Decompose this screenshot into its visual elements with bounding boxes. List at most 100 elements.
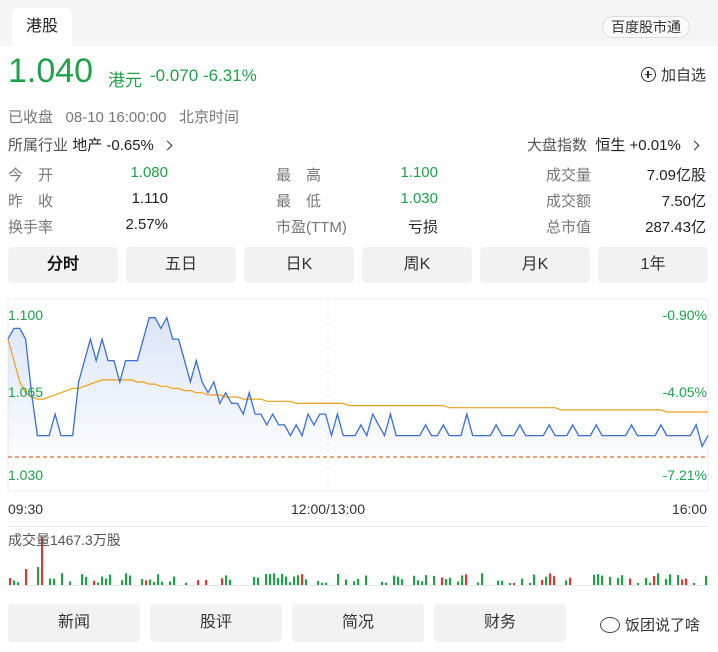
status-text: 已收盘 bbox=[8, 109, 54, 126]
market-status: 已收盘 08-10 16:00:00 北京时间 bbox=[8, 106, 239, 127]
volume-bar bbox=[269, 573, 272, 585]
tab-profile[interactable]: 简况 bbox=[292, 604, 424, 642]
tab-news[interactable]: 新闻 bbox=[8, 604, 140, 642]
market-header: 港股 百度股市通 bbox=[0, 0, 718, 46]
volume-bar bbox=[273, 573, 276, 585]
x-tick: 16:00 bbox=[672, 501, 707, 517]
volume-bar bbox=[401, 579, 404, 585]
volume-bar bbox=[13, 580, 16, 585]
volume-bar bbox=[85, 576, 88, 585]
volume-bar bbox=[153, 582, 156, 585]
volume-bar bbox=[477, 582, 480, 585]
volume-bar bbox=[293, 576, 296, 585]
volume-bar bbox=[549, 573, 552, 585]
x-tick: 09:30 bbox=[8, 501, 43, 517]
chevron-right-icon bbox=[689, 140, 700, 151]
volume-bar bbox=[553, 576, 556, 585]
watermark: 饭团说了啥 bbox=[595, 612, 704, 637]
tab-daily-k[interactable]: 日K bbox=[244, 247, 354, 283]
index-link[interactable]: 大盘指数 恒生 +0.01% bbox=[527, 134, 700, 155]
volume-bar bbox=[413, 575, 416, 585]
volume-bar bbox=[345, 579, 348, 585]
volume-bar bbox=[149, 579, 152, 585]
high-value: 1.100 bbox=[400, 164, 438, 181]
volume-bar bbox=[169, 581, 172, 585]
turnover-label: 换手率 bbox=[8, 219, 54, 236]
change-percent: -6.31% bbox=[202, 66, 257, 85]
chat-bubble-icon bbox=[599, 616, 620, 633]
volume-bar bbox=[497, 580, 500, 585]
industry-label: 所属行业 bbox=[8, 137, 69, 154]
volume-bar bbox=[225, 575, 228, 585]
volume-bar bbox=[481, 573, 484, 585]
y-tick-left: 1.065 bbox=[8, 384, 43, 400]
volume-bar bbox=[653, 575, 656, 585]
volume-bar bbox=[385, 582, 388, 585]
volume-bar bbox=[609, 576, 612, 585]
tab-one-year[interactable]: 1年 bbox=[598, 247, 708, 283]
tab-finance[interactable]: 财务 bbox=[434, 604, 566, 642]
volume-bar bbox=[161, 581, 164, 585]
volume-bar bbox=[37, 567, 40, 585]
volume-bar bbox=[665, 579, 668, 585]
status-timezone: 北京时间 bbox=[178, 109, 239, 126]
volume-bar bbox=[277, 578, 280, 585]
volume-bar bbox=[185, 582, 188, 585]
high-label: 最 高 bbox=[276, 167, 322, 184]
add-watchlist-label: 加自选 bbox=[660, 67, 706, 84]
low-label: 最 低 bbox=[276, 193, 322, 210]
add-watchlist-button[interactable]: 加自选 bbox=[640, 64, 706, 85]
volume-bar bbox=[297, 575, 300, 585]
currency-unit: 港元 bbox=[108, 71, 142, 90]
volume-bar bbox=[457, 581, 460, 585]
volume-bar bbox=[397, 576, 400, 585]
volume-bar bbox=[685, 578, 688, 585]
volume-bar bbox=[9, 578, 12, 585]
volume-bar bbox=[501, 580, 504, 585]
volume-bar bbox=[629, 578, 632, 585]
stats-row: 昨 收 1.110 最 低 1.030 成交额 7.50亿 bbox=[8, 190, 708, 216]
tab-monthly-k[interactable]: 月K bbox=[480, 247, 590, 283]
index-value: 恒生 +0.01% bbox=[595, 137, 681, 154]
volume-bar bbox=[705, 575, 708, 585]
volume-bar bbox=[353, 581, 356, 585]
volume-bar bbox=[229, 579, 232, 585]
current-price: 1.040 bbox=[8, 52, 94, 90]
volume-bar bbox=[365, 575, 368, 585]
volume-bar bbox=[545, 576, 548, 585]
volume-bar bbox=[681, 579, 684, 585]
industry-link[interactable]: 所属行业 地产 -0.65% bbox=[8, 134, 173, 155]
tab-intraday[interactable]: 分时 bbox=[8, 247, 118, 283]
tab-hk-stock[interactable]: 港股 bbox=[12, 8, 73, 46]
volume-bar bbox=[25, 569, 28, 585]
baidu-stock-button[interactable]: 百度股市通 bbox=[602, 16, 690, 38]
volume-bar bbox=[105, 578, 108, 585]
status-datetime: 08-10 16:00:00 bbox=[65, 109, 167, 126]
volume-bar bbox=[121, 580, 124, 585]
intraday-chart[interactable]: 1.100 1.065 1.030 -0.90% -4.05% -7.21% 0… bbox=[0, 295, 718, 525]
index-label: 大盘指数 bbox=[527, 137, 588, 154]
volume-bar bbox=[541, 579, 544, 585]
volume-bar bbox=[461, 575, 464, 585]
volume-bar bbox=[173, 576, 176, 585]
tab-comments[interactable]: 股评 bbox=[150, 604, 282, 642]
volume-bar bbox=[101, 576, 104, 585]
volume-bar bbox=[657, 573, 660, 585]
volume-bar bbox=[509, 582, 512, 585]
volume-bar bbox=[601, 575, 604, 585]
mktcap-value: 287.43亿 bbox=[645, 219, 706, 236]
volume-bar bbox=[529, 582, 532, 585]
open-value: 1.080 bbox=[130, 164, 168, 181]
prev-close-value: 1.110 bbox=[131, 190, 168, 207]
tab-weekly-k[interactable]: 周K bbox=[362, 247, 472, 283]
volume-bar bbox=[357, 578, 360, 585]
price-change: -0.070 -6.31% bbox=[150, 66, 257, 86]
volume-bar bbox=[445, 579, 448, 585]
volume-bar bbox=[569, 577, 572, 585]
volume-bar bbox=[637, 582, 640, 585]
turnover-value: 2.57% bbox=[125, 216, 168, 233]
tab-five-day[interactable]: 五日 bbox=[126, 247, 236, 283]
y-tick-right: -0.90% bbox=[663, 307, 707, 323]
pe-value: 亏损 bbox=[407, 219, 438, 236]
volume-bar bbox=[325, 582, 328, 585]
